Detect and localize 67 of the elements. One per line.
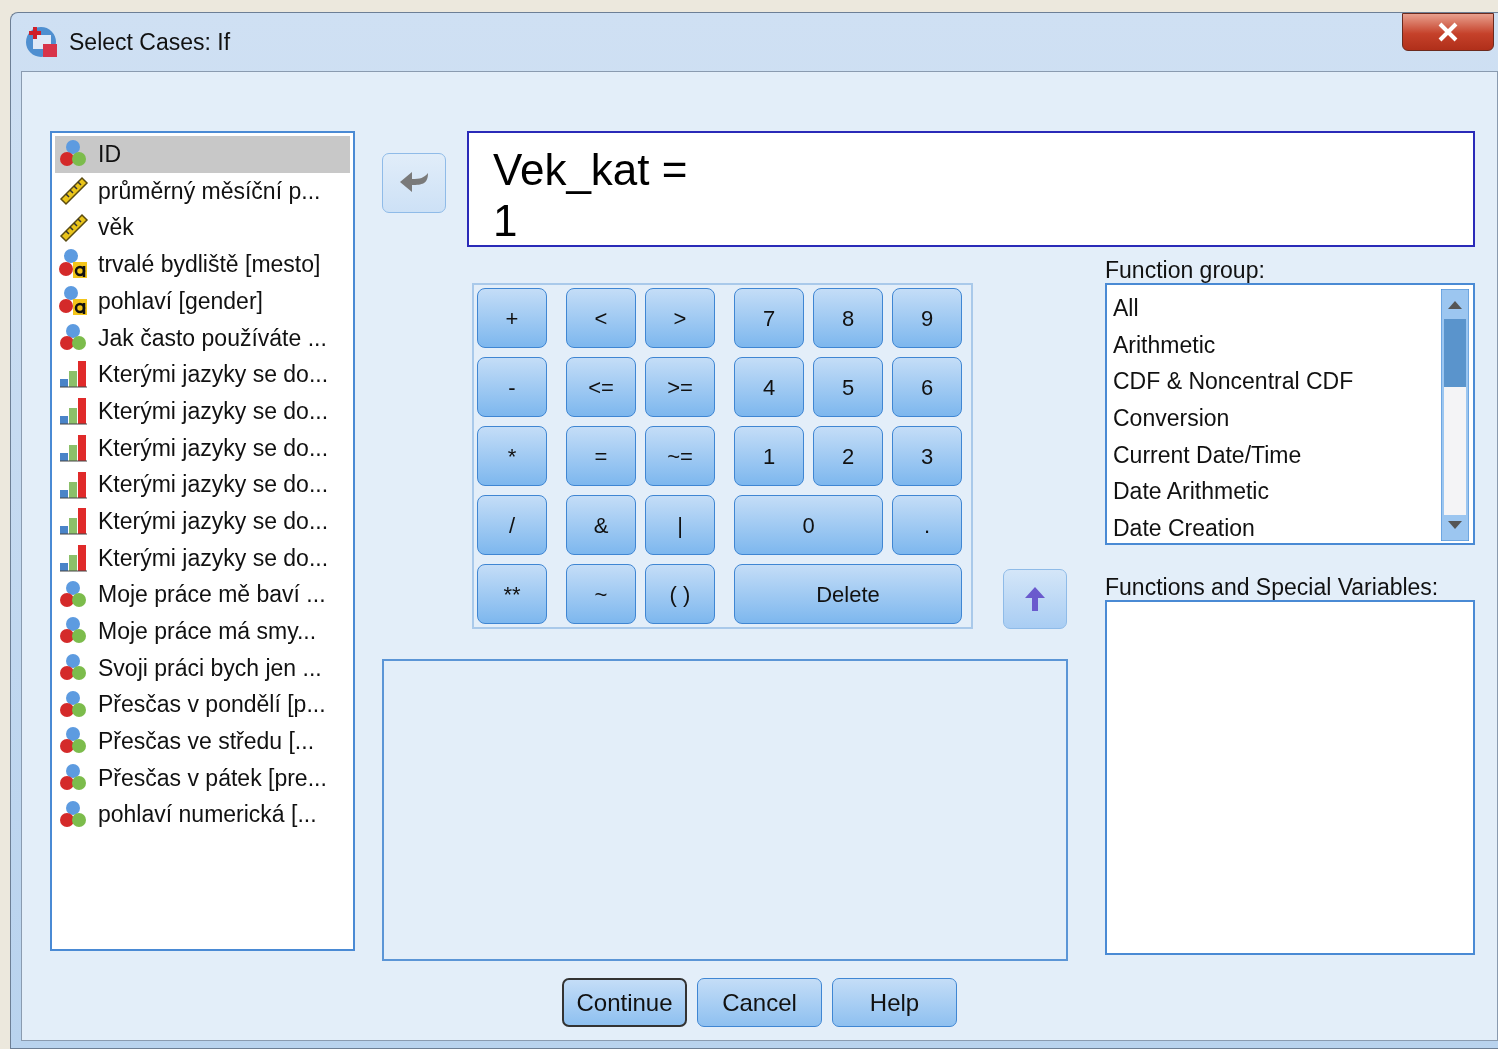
keypad-key[interactable]: & bbox=[566, 495, 636, 555]
keypad-key[interactable]: <= bbox=[566, 357, 636, 417]
keypad-key[interactable]: 8 bbox=[813, 288, 883, 348]
keypad-key[interactable]: >= bbox=[645, 357, 715, 417]
variable-item[interactable]: Přesčas v pátek [pre... bbox=[55, 759, 350, 797]
keypad-key[interactable]: 7 bbox=[734, 288, 804, 348]
up-arrow-icon bbox=[1023, 585, 1047, 613]
keypad-key[interactable]: 1 bbox=[734, 426, 804, 486]
keypad-key[interactable]: < bbox=[566, 288, 636, 348]
variable-item[interactable]: Kterými jazyky se do... bbox=[55, 466, 350, 503]
function-group-label: Function group: bbox=[1105, 256, 1266, 281]
app-icon bbox=[25, 25, 59, 59]
keypad-key[interactable]: > bbox=[645, 288, 715, 348]
variable-item[interactable]: Kterými jazyky se do... bbox=[55, 392, 350, 430]
keypad-key[interactable]: 6 bbox=[892, 357, 962, 417]
variable-item[interactable]: průměrný měsíční p... bbox=[55, 172, 350, 210]
function-group-item[interactable]: CDF & Noncentral CDF bbox=[1113, 364, 1441, 402]
function-group-item[interactable]: Date Arithmetic bbox=[1113, 474, 1441, 512]
variable-item[interactable]: ID bbox=[55, 136, 350, 173]
keypad-key[interactable]: + bbox=[477, 288, 547, 348]
close-button[interactable] bbox=[1402, 13, 1494, 51]
functions-label: Functions and Special Variables: bbox=[1105, 573, 1440, 598]
close-icon bbox=[1437, 22, 1459, 42]
variable-item[interactable]: Kterými jazyky se do... bbox=[55, 356, 350, 393]
keypad-key[interactable]: = bbox=[566, 426, 636, 486]
keypad-key[interactable]: ~= bbox=[645, 426, 715, 486]
variable-item[interactable]: Přesčas ve středu [... bbox=[55, 723, 350, 760]
expression-field[interactable]: Vek_kat = 1 bbox=[467, 131, 1475, 247]
keypad-key[interactable]: 2 bbox=[813, 426, 883, 486]
variable-item[interactable]: Jak často používáte ... bbox=[55, 319, 350, 357]
keypad-key[interactable]: | bbox=[645, 495, 715, 555]
function-group-item[interactable]: Conversion bbox=[1113, 401, 1441, 438]
dialog-button[interactable]: Cancel bbox=[697, 978, 822, 1027]
keypad-key[interactable]: ~ bbox=[566, 564, 636, 624]
variable-item[interactable]: pohlaví numerická [... bbox=[55, 796, 350, 834]
keypad-key[interactable]: . bbox=[892, 495, 962, 555]
variable-item[interactable]: pohlaví [gender] bbox=[55, 282, 350, 320]
function-group-item[interactable]: Date Creation bbox=[1113, 511, 1441, 548]
variable-item[interactable]: věk bbox=[55, 209, 350, 247]
dialog-button[interactable]: Continue bbox=[562, 978, 687, 1027]
keypad-key[interactable]: 9 bbox=[892, 288, 962, 348]
variable-item[interactable]: Svoji práci bych jen ... bbox=[55, 649, 350, 687]
variable-item[interactable]: Kterými jazyky se do... bbox=[55, 502, 350, 540]
move-back-button[interactable] bbox=[382, 153, 446, 213]
variable-item[interactable]: Kterými jazyky se do... bbox=[55, 429, 350, 467]
function-group-item[interactable]: All bbox=[1113, 291, 1441, 328]
keypad-key[interactable]: - bbox=[477, 357, 547, 417]
variable-item[interactable]: trvalé bydliště [mesto] bbox=[55, 246, 350, 283]
keypad-key[interactable]: * bbox=[477, 426, 547, 486]
function-group-item[interactable]: Arithmetic bbox=[1113, 327, 1441, 365]
variable-item[interactable]: Kterými jazyky se do... bbox=[55, 539, 350, 577]
function-group-item[interactable]: Current Date/Time bbox=[1113, 437, 1441, 475]
keypad-key[interactable]: 4 bbox=[734, 357, 804, 417]
scrollbar[interactable] bbox=[1441, 289, 1469, 541]
keypad-key[interactable]: 5 bbox=[813, 357, 883, 417]
keypad-key[interactable]: 3 bbox=[892, 426, 962, 486]
keypad-key[interactable]: ** bbox=[477, 564, 547, 624]
variable-item[interactable]: Přesčas v pondělí [p... bbox=[55, 686, 350, 723]
keypad-key[interactable]: ( ) bbox=[645, 564, 715, 624]
variable-item[interactable]: Moje práce má smy... bbox=[55, 612, 350, 650]
keypad-key[interactable]: Delete bbox=[734, 564, 962, 624]
dialog-button[interactable]: Help bbox=[832, 978, 957, 1027]
insert-up-button[interactable] bbox=[1003, 569, 1067, 629]
window-title: Select Cases: If bbox=[69, 27, 231, 57]
variable-item[interactable]: Moje práce mě baví ... bbox=[55, 576, 350, 613]
keypad-key[interactable]: 0 bbox=[734, 495, 883, 555]
keypad-key[interactable]: / bbox=[477, 495, 547, 555]
